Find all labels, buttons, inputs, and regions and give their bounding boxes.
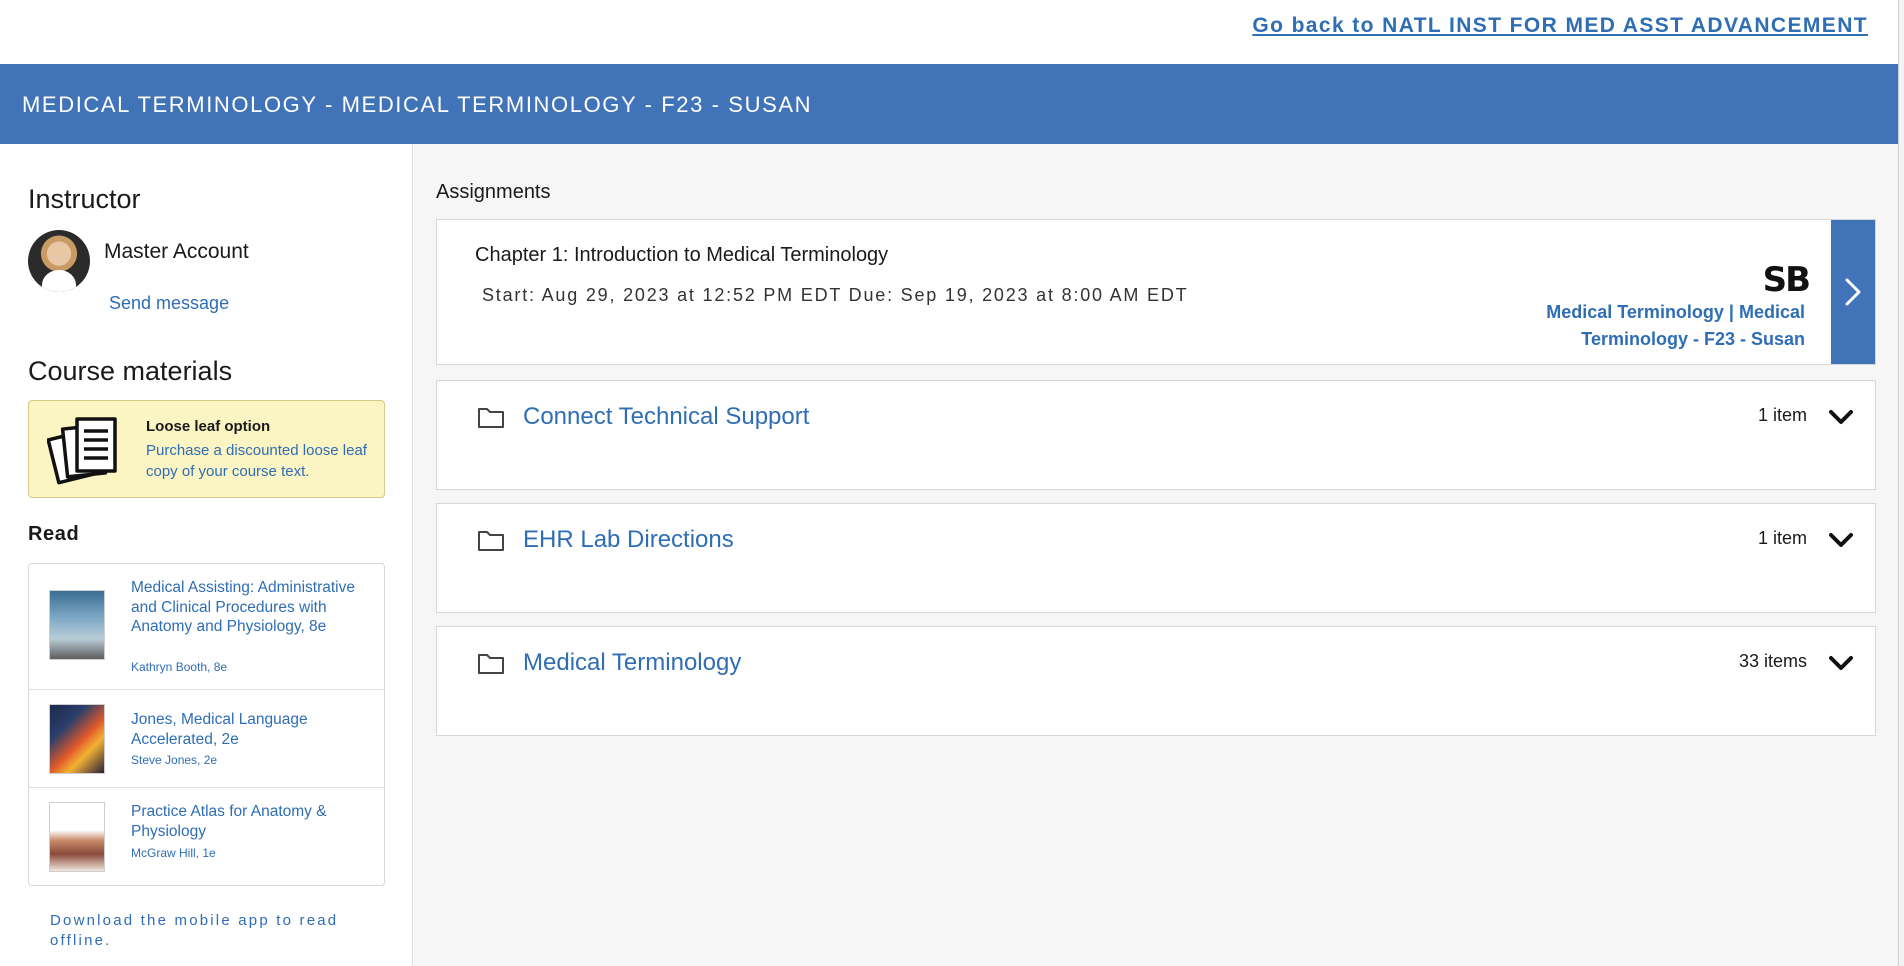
book-author: McGraw Hill, 1e	[131, 846, 216, 860]
book-title: Jones, Medical Language Accelerated, 2e	[131, 711, 308, 748]
chevron-down-icon[interactable]	[1827, 653, 1855, 673]
assignment-course-link[interactable]: Medical Terminology | Medical Terminolog…	[1505, 299, 1805, 353]
book-list: Medical Assisting: Administrative and Cl…	[28, 563, 385, 886]
sidebar: Instructor Master Account Send message C…	[0, 144, 413, 966]
book-cover-image	[49, 802, 105, 872]
book-title: Practice Atlas for Anatomy & Physiology	[131, 803, 327, 840]
loose-leaf-pages-icon	[47, 417, 117, 485]
assignments-heading: Assignments	[436, 181, 551, 203]
folder-name[interactable]: Medical Terminology	[523, 649, 741, 677]
course-materials-heading: Course materials	[28, 356, 233, 386]
folder-name[interactable]: EHR Lab Directions	[523, 526, 734, 554]
avatar	[28, 230, 90, 292]
chevron-right-icon	[1845, 278, 1861, 306]
loose-leaf-heading: Loose leaf option	[146, 418, 271, 435]
instructor-heading: Instructor	[28, 184, 141, 214]
folder-icon	[478, 408, 504, 428]
folder-medical-terminology[interactable]: Medical Terminology 33 items	[436, 626, 1876, 736]
main-content: Assignments Chapter 1: Introduction to M…	[414, 144, 1898, 966]
book-author: Kathryn Booth, 8e	[131, 660, 228, 674]
book-title: Medical Assisting: Administrative and Cl…	[131, 579, 355, 635]
mobile-app-link[interactable]: Download the mobile app to read offline.	[50, 911, 370, 951]
list-item[interactable]: Jones, Medical Language Accelerated, 2e …	[29, 690, 384, 788]
folder-item-count: 33 items	[1738, 651, 1807, 671]
folder-icon	[478, 654, 504, 674]
list-item[interactable]: Practice Atlas for Anatomy & Physiology …	[29, 788, 384, 886]
course-header: MEDICAL TERMINOLOGY - MEDICAL TERMINOLOG…	[0, 64, 1898, 144]
send-message-link[interactable]: Send message	[109, 293, 229, 314]
smartbook-logo: SB	[1762, 260, 1811, 300]
folder-item-count: 1 item	[1757, 405, 1807, 425]
instructor-name: Master Account	[104, 240, 249, 263]
folder-item-count: 1 item	[1757, 528, 1807, 548]
folder-connect-technical-support[interactable]: Connect Technical Support 1 item	[436, 380, 1876, 490]
go-back-link[interactable]: Go back to NATL INST FOR MED ASST ADVANC…	[1252, 14, 1868, 38]
list-item[interactable]: Medical Assisting: Administrative and Cl…	[29, 564, 384, 690]
loose-leaf-card[interactable]: Loose leaf option Purchase a discounted …	[28, 400, 385, 498]
assignment-dates: Start: Aug 29, 2023 at 12:52 PM EDT Due:…	[482, 285, 1189, 305]
folder-name[interactable]: Connect Technical Support	[523, 403, 809, 431]
assignment-title[interactable]: Chapter 1: Introduction to Medical Termi…	[475, 244, 888, 267]
window-edge-scrollbar	[1898, 0, 1904, 966]
loose-leaf-purchase-link[interactable]: Purchase a discounted loose leaf copy of…	[146, 440, 371, 482]
folder-icon	[478, 531, 504, 551]
read-heading: Read	[28, 523, 80, 545]
book-cover-image	[49, 590, 105, 660]
assignment-card[interactable]: Chapter 1: Introduction to Medical Termi…	[436, 219, 1876, 365]
course-title: MEDICAL TERMINOLOGY - MEDICAL TERMINOLOG…	[22, 92, 813, 117]
top-bar: Go back to NATL INST FOR MED ASST ADVANC…	[0, 0, 1898, 64]
book-author: Steve Jones, 2e	[131, 753, 218, 767]
folder-ehr-lab-directions[interactable]: EHR Lab Directions 1 item	[436, 503, 1876, 613]
book-cover-image	[49, 704, 105, 774]
chevron-down-icon[interactable]	[1827, 407, 1855, 427]
open-assignment-button[interactable]	[1831, 220, 1875, 364]
chevron-down-icon[interactable]	[1827, 530, 1855, 550]
